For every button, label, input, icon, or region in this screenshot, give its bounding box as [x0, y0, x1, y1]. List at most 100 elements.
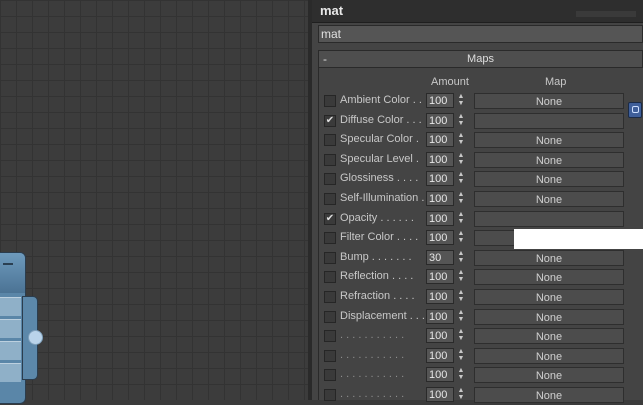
amount-field[interactable]: 100 [426, 132, 454, 148]
map-label: Opacity . . . . . . [340, 211, 414, 224]
amount-field[interactable]: 100 [426, 230, 454, 246]
amount-field[interactable]: 100 [426, 171, 454, 187]
map-slot-button[interactable]: None [474, 93, 624, 109]
amount-spinner-icon[interactable]: ▲ ▼ [456, 348, 466, 363]
lock-icon[interactable] [628, 102, 642, 118]
amount-field[interactable]: 30 [426, 249, 454, 265]
map-enable-checkbox[interactable]: ✔ [324, 212, 336, 225]
map-enable-checkbox[interactable] [324, 153, 336, 166]
amount-field[interactable]: 100 [426, 151, 454, 167]
map-enable-checkbox[interactable] [324, 310, 336, 323]
output-socket[interactable] [28, 330, 43, 345]
amount-field[interactable]: 100 [426, 93, 454, 108]
map-label: Displacement . . . [340, 309, 425, 322]
amount-spinner-icon[interactable]: ▲ ▼ [456, 250, 466, 265]
node-editor-viewport[interactable] [0, 0, 308, 404]
map-enable-checkbox[interactable] [324, 134, 336, 147]
collapse-icon[interactable] [3, 263, 13, 265]
map-slot-button[interactable] [474, 210, 624, 227]
amount-field[interactable]: 100 [426, 289, 454, 304]
node-header[interactable] [0, 253, 25, 293]
map-label: Glossiness . . . . [340, 172, 419, 185]
amount-spinner-icon[interactable]: ▲ ▼ [456, 93, 466, 108]
map-label: Specular Color . [340, 133, 419, 146]
map-row: Ambient Color . . 100 ▲ ▼ None [312, 92, 643, 111]
map-slot-button[interactable]: None [474, 347, 624, 364]
map-enable-checkbox[interactable] [324, 193, 336, 205]
map-label: Specular Level . [340, 152, 419, 165]
map-enable-checkbox[interactable] [324, 232, 336, 245]
map-row: . . . . . . . . . . . 100 ▲ ▼ None [312, 327, 643, 346]
map-row: Refraction . . . . 100 ▲ ▼ None [312, 288, 643, 307]
map-enable-checkbox[interactable] [324, 95, 336, 107]
map-slot-button[interactable]: None [474, 132, 624, 149]
amount-spinner-icon[interactable]: ▲ ▼ [456, 269, 466, 284]
map-slot-button[interactable]: None [474, 328, 624, 345]
map-enable-checkbox[interactable] [324, 330, 336, 343]
amount-spinner-icon[interactable]: ▲ ▼ [456, 171, 466, 186]
map-slot-button[interactable]: None [474, 191, 624, 207]
map-row: Glossiness . . . . 100 ▲ ▼ None [312, 170, 643, 189]
map-row: . . . . . . . . . . . 100 ▲ ▼ None [312, 386, 643, 405]
map-row: Bump . . . . . . . 30 ▲ ▼ None [312, 249, 643, 268]
map-enable-checkbox[interactable] [324, 389, 336, 401]
map-row: . . . . . . . . . . . 100 ▲ ▼ None [312, 347, 643, 366]
amount-spinner-icon[interactable]: ▲ ▼ [456, 211, 466, 226]
map-slot-button[interactable]: None [474, 171, 624, 188]
amount-spinner-icon[interactable]: ▲ ▼ [456, 289, 466, 304]
amount-spinner-icon[interactable]: ▲ ▼ [456, 191, 466, 206]
map-enable-checkbox[interactable] [324, 271, 336, 284]
map-label: Bump . . . . . . . [340, 250, 412, 263]
map-row: Self-Illumination . 100 ▲ ▼ None [312, 190, 643, 209]
amount-spinner-icon[interactable]: ▲ ▼ [456, 309, 466, 324]
map-enable-checkbox[interactable]: ✔ [324, 114, 336, 127]
maps-list: Amount Map Ambient Color . . 100 ▲ ▼ None ✔ Di… [312, 0, 643, 403]
map-label: Filter Color . . . . [340, 231, 419, 244]
map-slot-button[interactable]: None [474, 308, 624, 325]
map-slot-button[interactable]: None [474, 269, 624, 286]
amount-field[interactable]: 100 [426, 367, 454, 383]
map-row: . . . . . . . . . . . 100 ▲ ▼ None [312, 366, 643, 385]
map-enable-checkbox[interactable] [324, 349, 336, 362]
map-row: Displacement . . . 100 ▲ ▼ None [312, 308, 643, 327]
amount-field[interactable]: 100 [426, 347, 454, 363]
map-enable-checkbox[interactable] [324, 251, 336, 264]
map-row: ✔ Opacity . . . . . . 100 ▲ ▼ [312, 210, 643, 229]
amount-spinner-icon[interactable]: ▲ ▼ [456, 367, 466, 382]
map-row: ✔ Diffuse Color . . . 100 ▲ ▼ [312, 112, 643, 131]
amount-field[interactable]: 100 [426, 308, 454, 324]
filter-color-swatch[interactable] [514, 229, 643, 249]
amount-spinner-icon[interactable]: ▲ ▼ [456, 113, 466, 128]
map-slot-button[interactable] [474, 112, 624, 129]
amount-field[interactable]: 100 [426, 210, 454, 226]
map-slot-button[interactable]: None [474, 387, 624, 403]
amount-column-header: Amount [431, 76, 469, 88]
amount-spinner-icon[interactable]: ▲ ▼ [456, 152, 466, 167]
map-enable-checkbox[interactable] [324, 173, 336, 186]
map-row: Specular Level . 100 ▲ ▼ None [312, 151, 643, 170]
map-slot-button[interactable]: None [474, 289, 624, 305]
amount-field[interactable]: 100 [426, 328, 454, 344]
map-row: Reflection . . . . 100 ▲ ▼ None [312, 268, 643, 287]
node-slot[interactable] [0, 363, 21, 382]
map-slot-button[interactable]: None [474, 249, 624, 266]
amount-spinner-icon[interactable]: ▲ ▼ [456, 328, 466, 343]
map-label: . . . . . . . . . . . [340, 368, 405, 381]
map-label: . . . . . . . . . . . [340, 348, 405, 361]
node-slot[interactable] [0, 341, 21, 360]
node-slot[interactable] [0, 319, 21, 338]
amount-field[interactable]: 100 [426, 191, 454, 206]
amount-spinner-icon[interactable]: ▲ ▼ [456, 230, 466, 245]
map-row: Specular Color . 100 ▲ ▼ None [312, 131, 643, 150]
map-slot-button[interactable]: None [474, 151, 624, 168]
map-column-header: Map [545, 76, 567, 88]
amount-field[interactable]: 100 [426, 269, 454, 285]
map-label: Diffuse Color . . . [340, 113, 422, 126]
map-enable-checkbox[interactable] [324, 369, 336, 382]
node-slot[interactable] [0, 297, 21, 316]
map-label: Ambient Color . . [340, 94, 422, 106]
map-enable-checkbox[interactable] [324, 291, 336, 303]
amount-spinner-icon[interactable]: ▲ ▼ [456, 132, 466, 147]
amount-field[interactable]: 100 [426, 112, 454, 128]
map-slot-button[interactable]: None [474, 367, 624, 384]
